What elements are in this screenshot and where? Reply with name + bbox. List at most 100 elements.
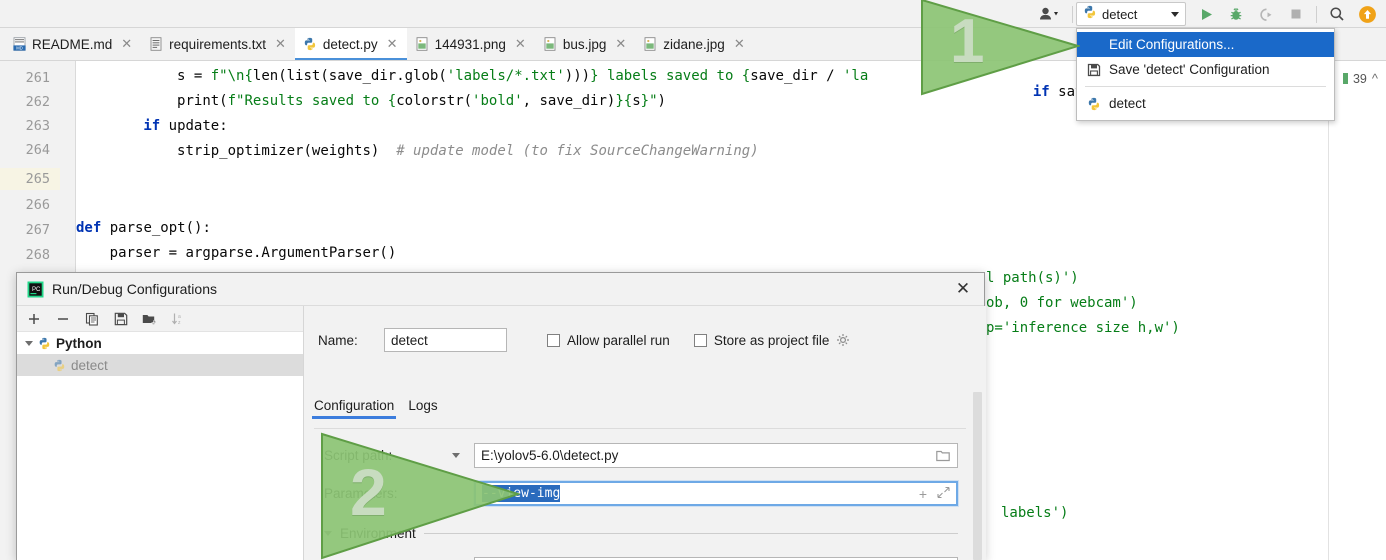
dialog-title: Run/Debug Configurations — [52, 281, 217, 297]
line-number: 266 — [25, 197, 50, 213]
menu-item-label: Save 'detect' Configuration — [1109, 62, 1270, 77]
run-button[interactable] — [1191, 0, 1221, 28]
stop-button — [1281, 0, 1311, 28]
close-icon[interactable]: ✕ — [615, 36, 626, 52]
code-line: def parse_opt(): — [76, 220, 211, 236]
tab-144931-png[interactable]: 144931.png ✕ — [407, 28, 535, 60]
code-fragment: l path(s)') — [986, 270, 1079, 286]
checkbox-box[interactable] — [547, 333, 560, 347]
line-number: 262 — [25, 94, 50, 110]
tree-node-label: Python — [56, 335, 102, 351]
chevron-up-icon[interactable]: ^ — [1372, 71, 1378, 86]
plus-icon[interactable] — [25, 310, 42, 327]
copy-icon[interactable] — [83, 310, 100, 327]
close-icon[interactable]: ✕ — [275, 36, 286, 52]
close-icon[interactable]: ✕ — [948, 275, 978, 303]
editor-right-gutter[interactable]: 39 ^ — [1328, 61, 1386, 560]
inspection-status-icon — [1342, 73, 1348, 84]
image-file-icon — [415, 37, 429, 52]
markdown-icon: MD — [12, 37, 26, 52]
tab-label: detect.py — [322, 36, 378, 52]
code-line: print(f"Results saved to {colorstr('bold… — [177, 93, 666, 109]
search-icon[interactable] — [1322, 0, 1352, 28]
line-number: 265 — [25, 171, 50, 187]
save-icon[interactable] — [112, 310, 129, 327]
python-file-icon — [303, 37, 317, 52]
python-file-icon — [1083, 5, 1097, 24]
dialog-scrollbar-thumb[interactable] — [973, 392, 982, 560]
expand-icon[interactable] — [937, 486, 950, 502]
code-fragment: ob, 0 for webcam') — [986, 295, 1138, 311]
tree-node-detect[interactable]: detect — [17, 354, 303, 376]
close-icon[interactable]: ✕ — [121, 36, 132, 52]
toolbar-separator-2 — [1316, 5, 1317, 23]
tab-readme-md[interactable]: MD README.md ✕ — [4, 28, 141, 60]
code-fragment: p='inference size h,w') — [986, 320, 1180, 336]
plus-icon[interactable]: + — [919, 486, 927, 502]
chevron-down-icon — [1171, 11, 1179, 17]
close-icon[interactable]: ✕ — [387, 36, 398, 52]
code-line: if update: — [143, 118, 228, 134]
line-number: 267 — [25, 222, 50, 238]
name-label: Name: — [318, 332, 358, 348]
code-line: parser = argparse.ArgumentParser() — [109, 245, 397, 261]
save-icon — [1085, 63, 1102, 77]
sort-alpha-icon[interactable]: a z — [170, 310, 187, 327]
tab-label: zidane.jpg — [663, 36, 725, 52]
menu-item-edit-configurations[interactable]: Edit Configurations... — [1077, 32, 1334, 57]
tab-logs[interactable]: Logs — [408, 398, 437, 419]
image-file-icon — [543, 37, 557, 52]
menu-divider — [1085, 86, 1326, 87]
checkbox-label: Store as project file — [713, 332, 830, 348]
update-project-button[interactable] — [1352, 0, 1382, 28]
allow-parallel-run-checkbox[interactable]: Allow parallel run — [547, 333, 670, 348]
menu-item-label: Edit Configurations... — [1109, 37, 1235, 52]
tab-label: bus.jpg — [562, 36, 607, 52]
checkbox-box[interactable] — [693, 333, 707, 347]
tab-label: 144931.png — [434, 36, 506, 52]
tab-bus-jpg[interactable]: bus.jpg ✕ — [535, 28, 635, 60]
name-row: Name: detect Allow parallel run Store as… — [318, 328, 850, 352]
store-as-project-file-checkbox[interactable]: Store as project file — [693, 332, 851, 348]
code-line: strip_optimizer(weights) # update model … — [177, 143, 759, 159]
chevron-down-icon[interactable] — [25, 340, 33, 346]
menu-item-label: detect — [1109, 96, 1146, 111]
tree-node-python[interactable]: Python — [17, 332, 303, 354]
checkbox-label: Allow parallel run — [567, 332, 670, 348]
annotation-arrow-1: 1 — [920, 0, 1080, 96]
text-file-icon — [149, 37, 163, 52]
svg-text:MD: MD — [16, 46, 23, 51]
pycharm-icon: PC — [27, 281, 44, 298]
line-number: 263 — [25, 118, 50, 134]
dialog-title-bar: PC Run/Debug Configurations ✕ — [17, 273, 984, 306]
menu-item-save-configuration[interactable]: Save 'detect' Configuration — [1077, 57, 1334, 82]
inspection-widget[interactable]: 39 ^ — [1342, 71, 1378, 86]
run-with-coverage-button — [1251, 0, 1281, 28]
python-file-icon — [38, 337, 51, 350]
code-line: s = f"\n{len(list(save_dir.glob('labels/… — [177, 68, 869, 84]
tab-detect-py[interactable]: detect.py ✕ — [294, 28, 407, 60]
debug-button[interactable] — [1221, 0, 1251, 28]
new-folder-icon[interactable] — [141, 310, 158, 327]
parameters-input[interactable]: --view-img + — [473, 480, 959, 507]
close-icon[interactable]: ✕ — [734, 36, 745, 52]
name-input[interactable]: detect — [384, 328, 507, 352]
parameters-field-icons: + — [919, 486, 950, 502]
folder-browse-icon[interactable] — [936, 449, 951, 462]
tab-configuration[interactable]: Configuration — [311, 398, 397, 419]
configurations-tree-pane: a z Python detect — [17, 306, 304, 560]
tab-zidane-jpg[interactable]: zidane.jpg ✕ — [635, 28, 753, 60]
tab-requirements-txt[interactable]: requirements.txt ✕ — [141, 28, 295, 60]
tree-node-label: detect — [71, 357, 108, 373]
run-configuration-selector[interactable]: detect — [1076, 2, 1186, 26]
python-file-icon — [53, 359, 66, 372]
minus-icon[interactable] — [54, 310, 71, 327]
script-path-input[interactable]: E:\yolov5-6.0\detect.py — [474, 443, 958, 468]
line-number: 261 — [25, 70, 50, 86]
svg-text:PC: PC — [32, 287, 41, 293]
gear-icon[interactable] — [836, 333, 850, 347]
run-configuration-menu: Edit Configurations... Save 'detect' Con… — [1076, 28, 1335, 121]
menu-item-detect[interactable]: detect — [1077, 91, 1334, 116]
tab-label: README.md — [32, 36, 113, 52]
close-icon[interactable]: ✕ — [515, 36, 526, 52]
